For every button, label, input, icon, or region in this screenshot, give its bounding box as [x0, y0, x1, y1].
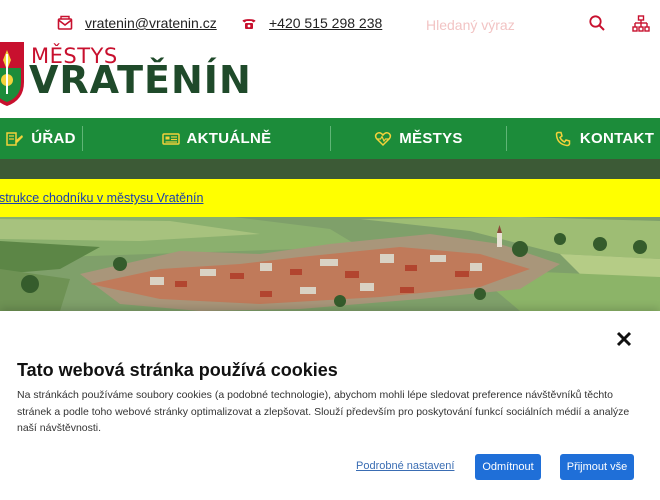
nav-label: MĚSTYS: [399, 130, 463, 147]
nav-label: KONTAKT: [579, 130, 655, 147]
nav-label: ÚŘAD: [31, 130, 76, 147]
nav-item-kontakt[interactable]: KONTAKT: [507, 118, 660, 159]
cookie-settings-link[interactable]: Podrobné nastavení: [356, 460, 454, 472]
cookie-description: Na stránkách používáme soubory cookies (…: [17, 389, 630, 434]
top-bar: vratenin@vratenin.cz +420 515 298 238: [0, 0, 660, 50]
nav-label: AKTUÁLNĚ: [186, 130, 272, 147]
announcement-bar: nstrukce chodníku v městysu Vratěnín: [0, 179, 660, 217]
cookie-title: Tato webová stránka používá cookies: [17, 360, 338, 380]
search-input[interactable]: [418, 14, 578, 36]
accept-all-button[interactable]: Přijmout vše: [560, 454, 634, 480]
cookie-banner: Tato webová stránka používá cookies Na s…: [0, 311, 660, 500]
nav-item-urad[interactable]: ÚŘAD: [0, 118, 82, 159]
contact-phone: +420 515 298 238: [241, 15, 382, 31]
nav-item-mestys[interactable]: MĚSTYS: [331, 118, 506, 159]
envelope-icon: [57, 15, 73, 30]
phone-link[interactable]: +420 515 298 238: [269, 15, 382, 31]
coat-of-arms-icon[interactable]: [0, 42, 24, 106]
announcement-link[interactable]: nstrukce chodníku v městysu Vratěnín: [0, 191, 203, 205]
nav-item-aktualne[interactable]: AKTUÁLNĚ: [83, 118, 330, 159]
main-nav: ÚŘAD AKTUÁLNĚ MĚSTYS KONTAKT: [0, 118, 660, 159]
close-icon[interactable]: [616, 331, 632, 347]
phone-icon: [555, 131, 571, 146]
newspaper-icon: [161, 132, 180, 145]
search-icon[interactable]: [588, 14, 606, 32]
sitemap-icon[interactable]: [632, 15, 650, 33]
heart-pulse-icon: [375, 131, 392, 146]
contact-email: vratenin@vratenin.cz: [57, 15, 217, 31]
office-icon: [6, 131, 24, 146]
phone-icon: [242, 19, 256, 29]
reject-button[interactable]: Odmítnout: [475, 454, 541, 480]
email-link[interactable]: vratenin@vratenin.cz: [85, 15, 217, 31]
page: vratenin@vratenin.cz +420 515 298 238 Hl…: [0, 0, 660, 500]
logo-title[interactable]: VRATĚNÍN: [29, 58, 252, 102]
